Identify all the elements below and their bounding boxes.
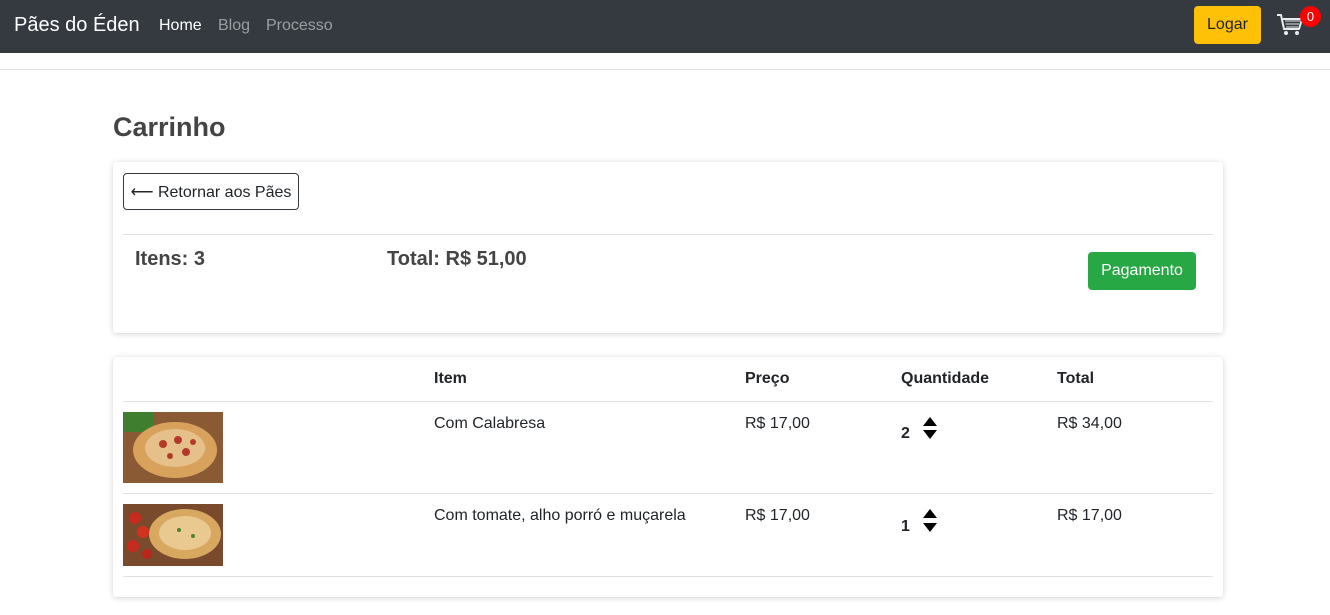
bread-calabresa-image	[123, 412, 223, 483]
row-2-decrease-icon[interactable]	[923, 523, 937, 532]
row-1-quantity: 2	[901, 425, 910, 442]
brand-name[interactable]: Pães do Éden	[14, 13, 140, 37]
row-1-increase-icon[interactable]	[923, 417, 937, 426]
header-item: Item	[434, 370, 467, 387]
row-2-total: R$ 17,00	[1057, 507, 1122, 524]
header-divider-line	[123, 401, 1213, 402]
row-divider	[123, 576, 1213, 577]
row-1-decrease-icon[interactable]	[923, 430, 937, 439]
row-1-total: R$ 34,00	[1057, 415, 1122, 432]
nav-home-link[interactable]: Home	[159, 16, 202, 35]
header-divider	[0, 69, 1330, 70]
row-2-price: R$ 17,00	[745, 507, 810, 524]
login-button[interactable]: Logar	[1194, 6, 1261, 44]
row-2-item: Com tomate, alho porró e muçarela	[434, 507, 686, 524]
bread-tomato-image	[123, 504, 223, 566]
summary-divider	[123, 234, 1213, 235]
top-navbar: Pães do Éden Home Blog Processo Logar 0	[0, 0, 1330, 53]
row-divider	[123, 493, 1213, 494]
row-1-item: Com Calabresa	[434, 415, 546, 432]
cart-count-badge: 0	[1300, 6, 1321, 27]
header-quantity: Quantidade	[901, 370, 990, 387]
row-2-increase-icon[interactable]	[923, 509, 937, 518]
cart-items-table: Item Preço Quantidade Total Com Calabres…	[113, 357, 1223, 597]
row-1-price: R$ 17,00	[745, 415, 810, 432]
back-to-breads-button[interactable]: ⟵ Retornar aos Pães	[123, 173, 299, 210]
items-count: Itens: 3	[135, 248, 206, 270]
payment-button[interactable]: Pagamento	[1088, 252, 1196, 290]
cart-total: Total: R$ 51,00	[387, 248, 527, 270]
row-2-quantity: 1	[901, 518, 910, 535]
cart-summary-card: ⟵ Retornar aos Pães Itens: 3 Total: R$ 5…	[113, 162, 1223, 333]
header-price: Preço	[745, 370, 790, 387]
nav-processo-link[interactable]: Processo	[266, 16, 333, 35]
header-total: Total	[1057, 370, 1095, 387]
nav-blog-link[interactable]: Blog	[218, 16, 250, 35]
page-title: Carrinho	[113, 112, 226, 142]
